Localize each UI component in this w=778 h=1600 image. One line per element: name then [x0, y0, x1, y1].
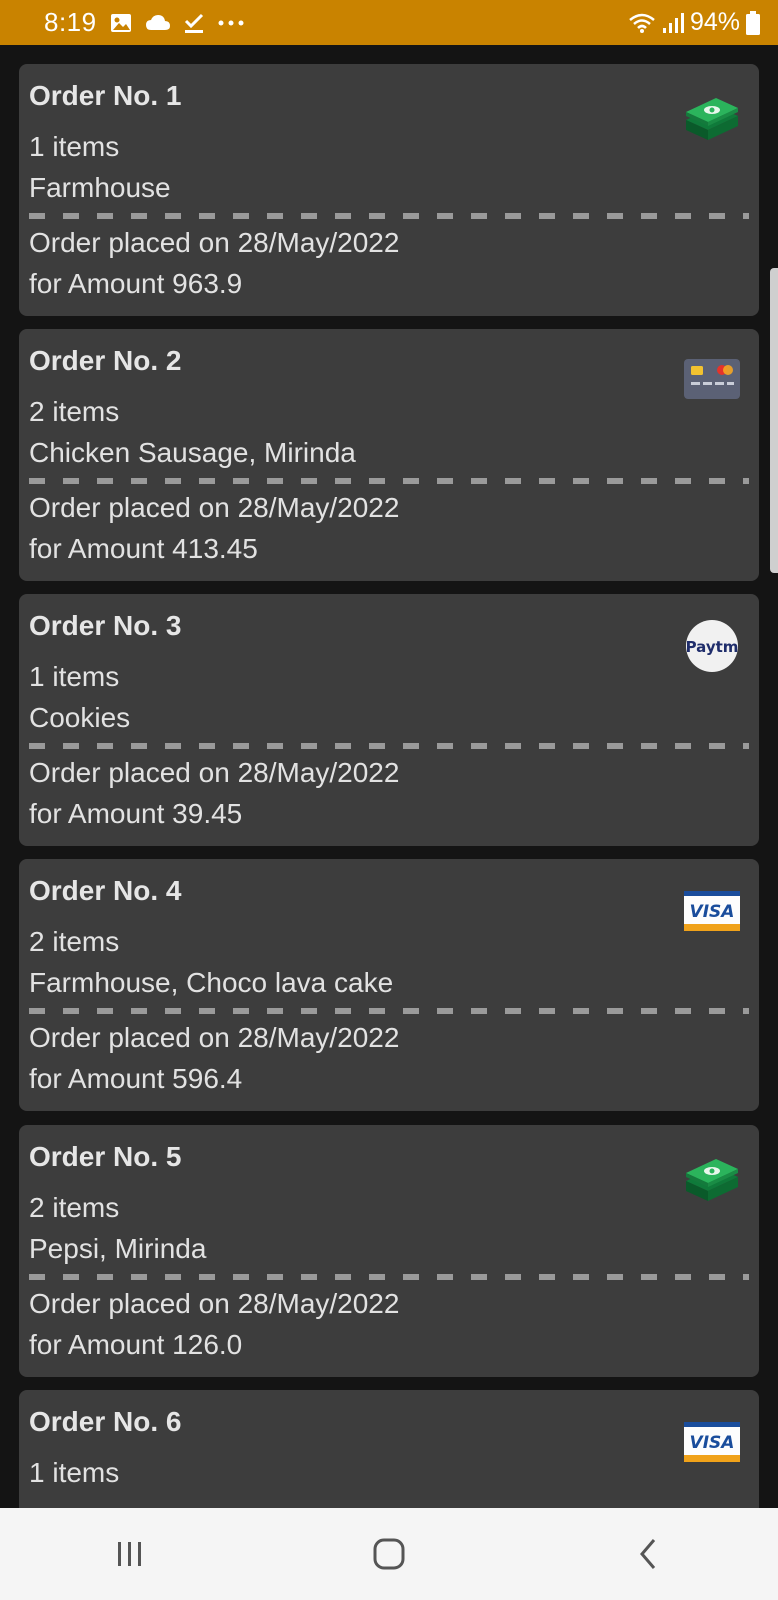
- visa-icon: VISA: [682, 1412, 742, 1472]
- order-amount: for Amount 126.0: [29, 1329, 243, 1360]
- order-amount: for Amount 963.9: [29, 268, 243, 299]
- signal-icon: [662, 12, 684, 34]
- order-item-names: Farmhouse, Choco lava cake: [29, 967, 394, 998]
- home-icon: [373, 1538, 405, 1570]
- order-date: Order placed on 28/May/2022: [29, 227, 400, 258]
- paytm-label: Paytm: [686, 638, 739, 656]
- order-card[interactable]: Order No. 3 1 items Cookies Order placed…: [19, 594, 759, 846]
- order-amount: for Amount 39.45: [29, 798, 243, 829]
- order-item-names: Chicken Sausage, Mirinda: [29, 437, 356, 468]
- order-title: Order No. 4: [29, 875, 182, 906]
- dashed-divider: [29, 213, 749, 219]
- visa-label: VISA: [690, 902, 735, 922]
- order-title: Order No. 2: [29, 345, 182, 376]
- order-title: Order No. 3: [29, 610, 182, 641]
- order-item-names: Farmhouse: [29, 172, 171, 203]
- image-icon: [109, 12, 133, 34]
- recent-apps-button[interactable]: [90, 1524, 170, 1584]
- order-item-count: 1 items: [29, 1457, 120, 1488]
- order-list[interactable]: Order No. 1 1 items Farmhouse Order plac…: [0, 45, 778, 1508]
- order-title: Order No. 6: [29, 1406, 182, 1437]
- wifi-icon: [628, 12, 656, 34]
- battery-icon: [746, 10, 760, 35]
- order-item-count: 1 items: [29, 661, 120, 692]
- dashed-divider: [29, 1008, 749, 1014]
- cloud-icon: [145, 14, 171, 32]
- order-date: Order placed on 28/May/2022: [29, 492, 400, 523]
- dashed-divider: [29, 1274, 749, 1280]
- order-date: Order placed on 28/May/2022: [29, 757, 400, 788]
- order-card[interactable]: Order No. 1 1 items Farmhouse Order plac…: [19, 64, 759, 316]
- visa-icon: VISA: [682, 881, 742, 941]
- order-item-count: 1 items: [29, 131, 120, 162]
- navigation-bar: [0, 1508, 778, 1600]
- home-button[interactable]: [349, 1524, 429, 1584]
- order-item-count: 2 items: [29, 926, 120, 957]
- download-done-icon: [183, 12, 205, 34]
- status-bar: 8:19 94%: [0, 0, 778, 45]
- order-amount: for Amount 413.45: [29, 533, 258, 564]
- order-card[interactable]: Order No. 2 2 items Chicken Sausage, Mir…: [19, 329, 759, 581]
- card-icon: [682, 351, 742, 411]
- order-card[interactable]: Order No. 4 2 items Farmhouse, Choco lav…: [19, 859, 759, 1111]
- order-item-names: Cookies: [29, 702, 131, 733]
- visa-label: VISA: [690, 1433, 735, 1453]
- order-date: Order placed on 28/May/2022: [29, 1022, 400, 1053]
- order-date: Order placed on 28/May/2022: [29, 1288, 400, 1319]
- order-amount: for Amount 596.4: [29, 1063, 243, 1094]
- recent-apps-icon: [117, 1542, 141, 1566]
- order-title: Order No. 1: [29, 80, 182, 111]
- order-item-names: Pepsi, Mirinda: [29, 1233, 207, 1264]
- order-title: Order No. 5: [29, 1141, 182, 1172]
- paytm-icon: Paytm: [682, 616, 742, 676]
- dashed-divider: [29, 478, 749, 484]
- battery-percentage: 94%: [689, 8, 740, 36]
- back-icon: [640, 1539, 656, 1569]
- order-card[interactable]: Order No. 6 1 items VISA: [19, 1390, 759, 1508]
- dashed-divider: [29, 743, 749, 749]
- more-dots-icon: [217, 19, 245, 27]
- scrollbar-thumb[interactable]: [770, 268, 778, 573]
- status-time: 8:19: [44, 7, 97, 37]
- back-button[interactable]: [608, 1524, 688, 1584]
- cash-icon: [682, 86, 742, 146]
- order-item-count: 2 items: [29, 1192, 120, 1223]
- order-card[interactable]: Order No. 5 2 items Pepsi, Mirinda Order…: [19, 1125, 759, 1377]
- order-item-count: 2 items: [29, 396, 120, 427]
- cash-icon: [682, 1147, 742, 1207]
